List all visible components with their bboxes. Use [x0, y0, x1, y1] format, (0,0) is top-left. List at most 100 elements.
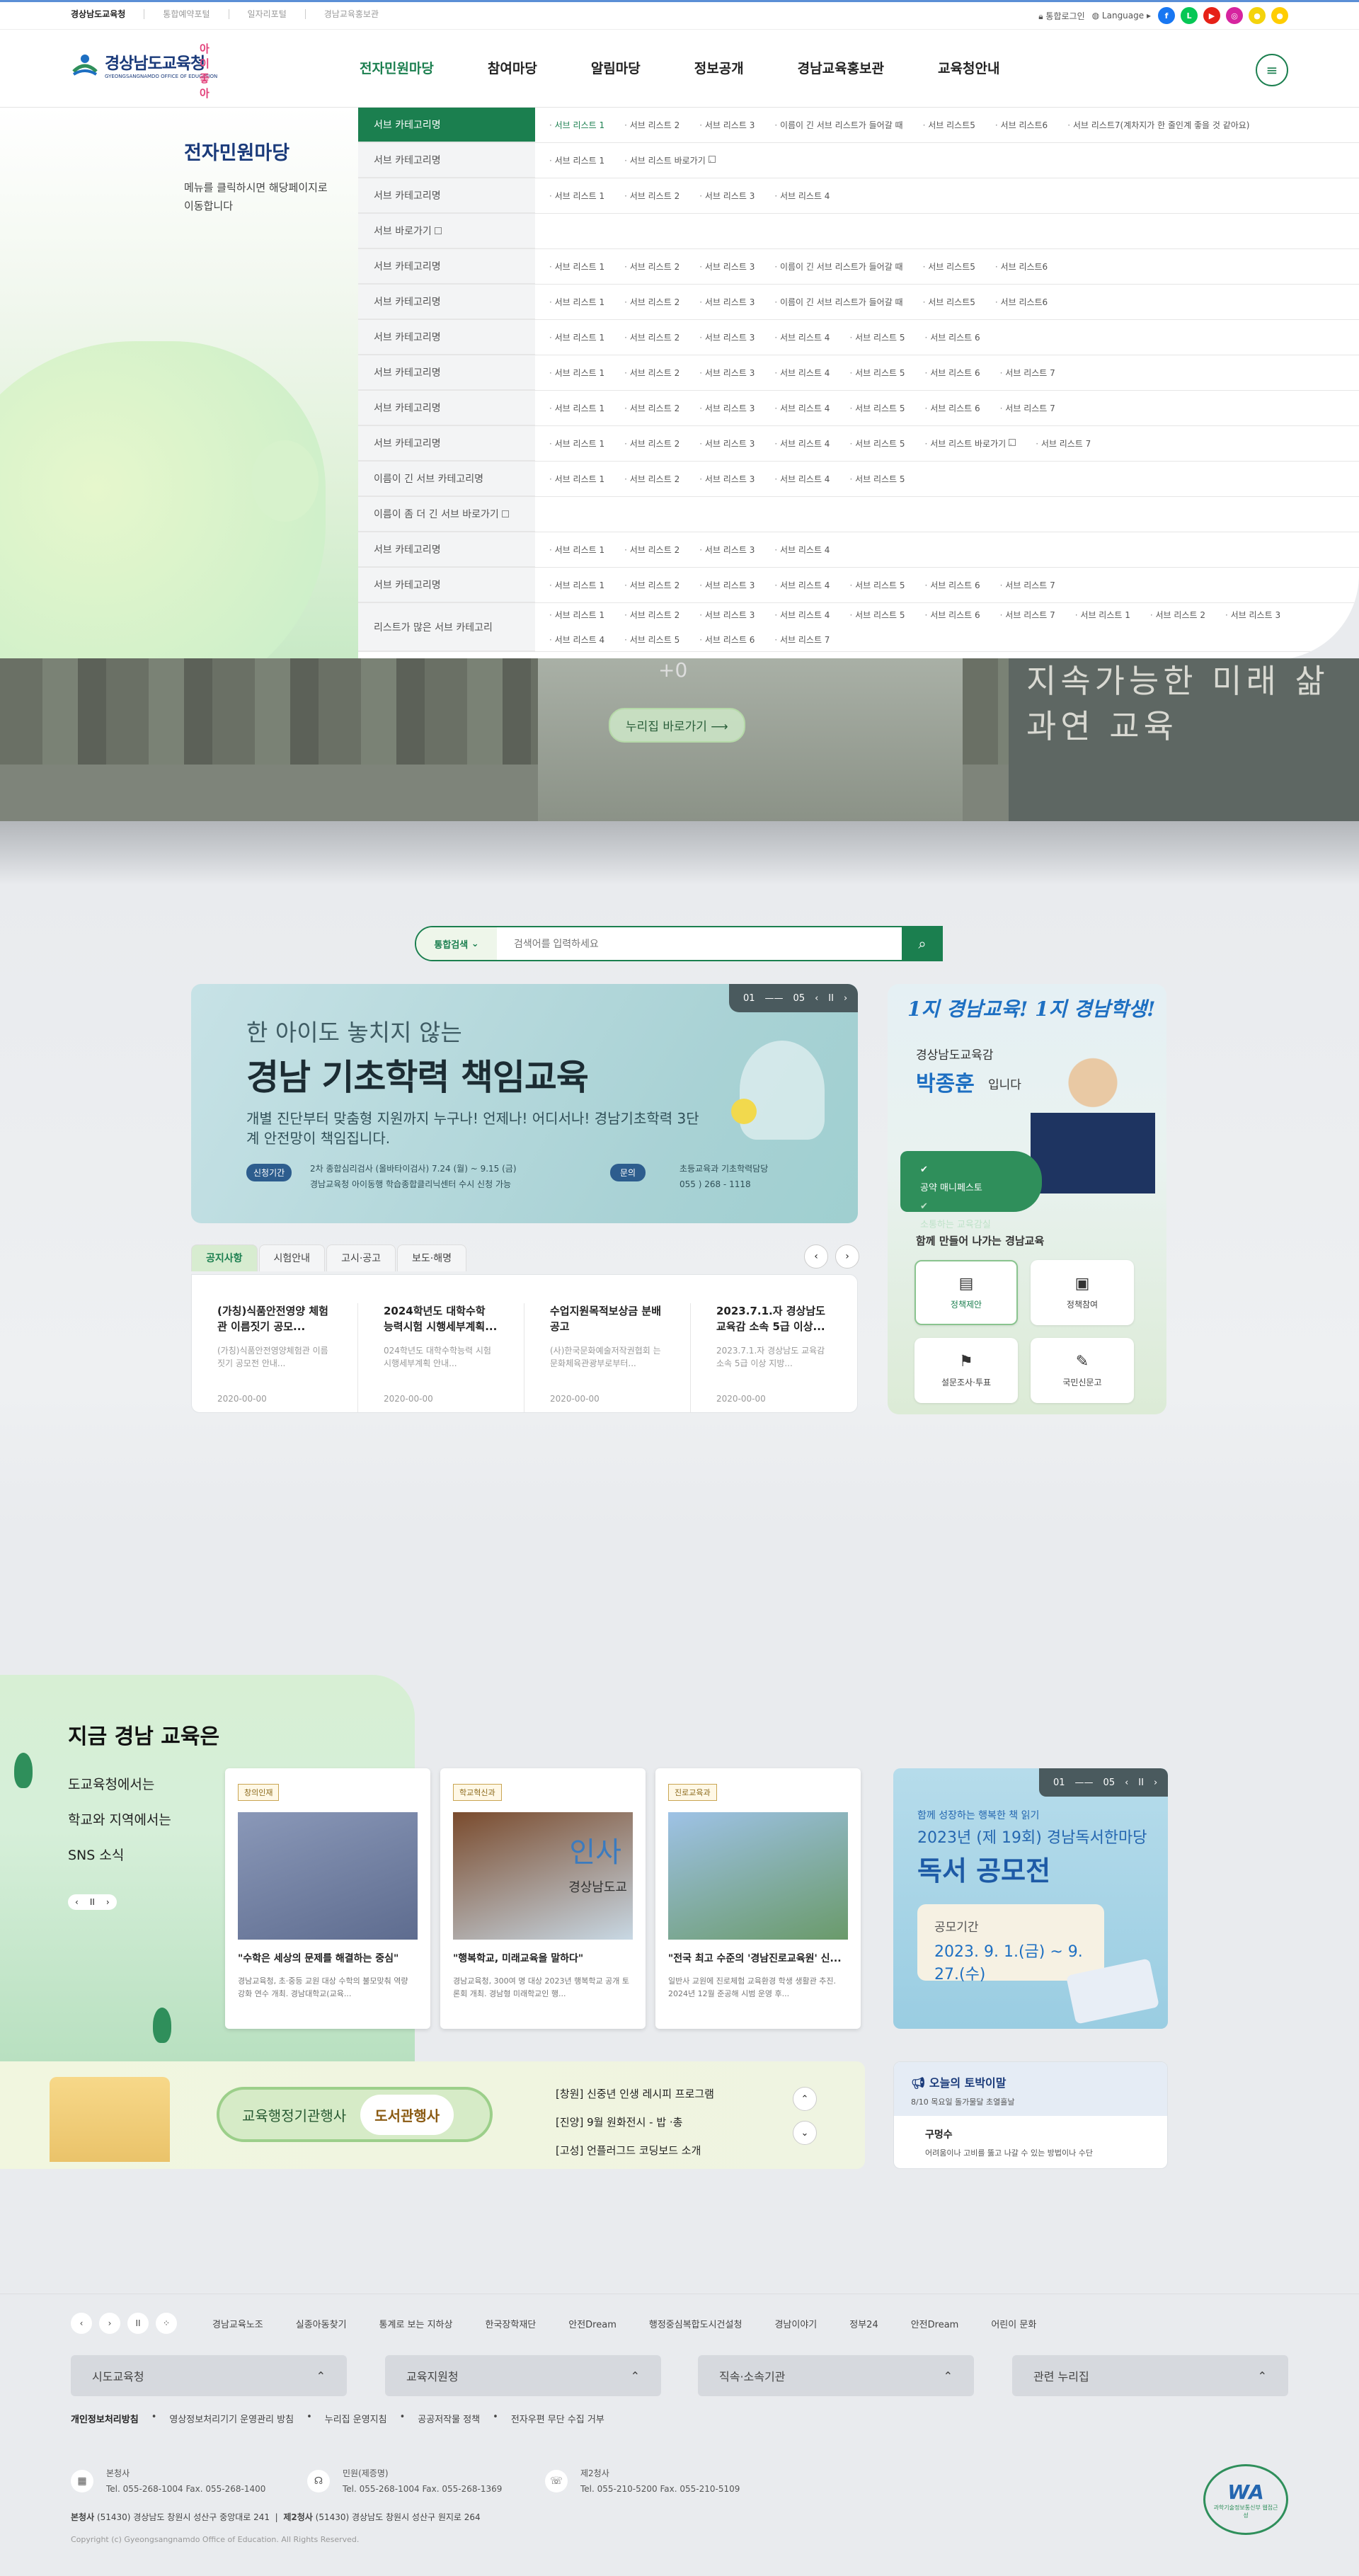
mega-category[interactable]: 이름이 좀 더 긴 서브 바로가기 [358, 497, 535, 532]
mega-sub-item[interactable]: 서브 리스트 6 [925, 331, 980, 343]
mega-sub-item[interactable]: 서브 리스트6 [995, 296, 1048, 308]
select-provincial-office[interactable]: 시도교육청 ⌃ [71, 2355, 347, 2396]
notice-item[interactable]: 2024학년도 대학수학 능력시험 시행세부계획... 024학년도 대학수학능력… [358, 1303, 524, 1412]
tab-exam[interactable]: 시험안내 [258, 1244, 326, 1271]
mega-sub-item[interactable]: 서브 리스트 4 [774, 579, 830, 591]
mega-sub-item[interactable]: 서브 리스트 4 [774, 331, 830, 343]
edu-tab-sns[interactable]: SNS 소식 [68, 1845, 124, 1864]
mega-sub-item[interactable]: 서브 리스트 4 [549, 634, 604, 646]
news-card[interactable]: 학교혁신과 인사 경상남도교 "행복학교, 미래교육을 말하다" 경남교육청, 300여… [440, 1768, 646, 2029]
library-event-item[interactable]: [창원] 신중년 인생 레시피 프로그램 [556, 2080, 714, 2108]
mega-sub-item[interactable]: 서브 리스트 3 [699, 296, 755, 308]
site-logo[interactable]: 경상남도교육청 GYEONGSANGNAMDO OFFICE OF EDUCAT… [71, 42, 217, 100]
menu-item-notice[interactable]: 알림마당 [591, 58, 641, 77]
epeople-button[interactable]: ✎ 국민신문고 [1031, 1338, 1134, 1403]
search-button[interactable]: ⌕ [902, 926, 943, 961]
mega-sub-item[interactable]: 서브 리스트 3 [699, 331, 755, 343]
policy-participation-button[interactable]: ▣ 정책참여 [1031, 1260, 1134, 1325]
related-link[interactable]: 행정중심복합도시건설청 [649, 2317, 742, 2330]
mega-sub-item[interactable]: 서브 리스트 1 [549, 331, 604, 343]
mega-sub-item[interactable]: 서브 리스트 2 [624, 579, 680, 591]
news-card[interactable]: 창의인재 "수학은 세상의 문제를 해결하는 중심" 경남교육청, 초·중등 교원 … [225, 1768, 430, 2029]
mega-category[interactable]: 서브 카테고리명 [358, 143, 535, 178]
pause-icon[interactable]: II [90, 1897, 95, 1907]
next-icon[interactable]: › [844, 993, 847, 1004]
mega-sub-item[interactable]: 서브 리스트 바로가기 [624, 154, 716, 166]
mega-category[interactable]: 서브 카테고리명 [358, 249, 535, 284]
pause-icon[interactable]: II [828, 993, 834, 1004]
reading-contest-banner[interactable]: 01 —— 05 ‹ II › 함께 성장하는 행복한 책 읽기 2023년 (… [893, 1768, 1168, 2029]
mega-sub-item[interactable]: 서브 리스트 1 [549, 119, 604, 131]
mega-sub-item[interactable]: 서브 리스트 2 [624, 609, 680, 621]
prev-icon[interactable]: ‹ [815, 993, 818, 1004]
policy-proposal-button[interactable]: ▤ 정책제안 [914, 1260, 1018, 1325]
mega-sub-item[interactable]: 서브 리스트 1 [549, 367, 604, 379]
mega-sub-item[interactable]: 서브 리스트 3 [699, 609, 755, 621]
line-icon[interactable]: L [1181, 7, 1198, 24]
library-event-item[interactable]: [진양] 9월 원화전시 - 밥 ·총 [556, 2108, 714, 2136]
mega-sub-item[interactable]: 서브 리스트 1 [549, 544, 604, 556]
facebook-icon[interactable]: f [1158, 7, 1175, 24]
select-district-office[interactable]: 교육지원청 ⌃ [385, 2355, 661, 2396]
main-banner[interactable]: 01 —— 05 ‹ II › 한 아이도 놓치지 않는 경남 기초학력 책임교… [191, 984, 858, 1223]
site-link-pr[interactable]: 경남교육홍보관 [324, 9, 397, 19]
mega-sub-item[interactable]: 서브 리스트 1 [1075, 609, 1130, 621]
mega-sub-item[interactable]: 서브 리스트 3 [699, 544, 755, 556]
site-link-main[interactable]: 경상남도교육청 [71, 9, 145, 19]
mega-category[interactable]: 서브 바로가기 [358, 214, 535, 248]
next-icon[interactable]: › [106, 1897, 110, 1907]
related-link[interactable]: 안전Dream [911, 2317, 959, 2330]
mega-sub-item[interactable]: 서브 리스트 1 [549, 154, 604, 166]
mega-sub-item[interactable]: 서브 리스트 6 [925, 579, 980, 591]
site-link-jobs[interactable]: 일자리포털 [248, 9, 306, 19]
mega-sub-item[interactable]: 서브 리스트 7 [1000, 609, 1055, 621]
prev-icon[interactable]: ‹ [75, 1897, 79, 1907]
mega-sub-item[interactable]: 서브 리스트 6 [925, 609, 980, 621]
menu-item-disclosure[interactable]: 정보공개 [694, 58, 744, 77]
next-icon[interactable]: › [1154, 1778, 1157, 1788]
library-category-active[interactable]: 도서관행사 [360, 2094, 454, 2135]
mega-sub-item[interactable]: 이름이 긴 서브 리스트가 들어갈 때 [774, 261, 903, 273]
mega-sub-item[interactable]: 서브 리스트 2 [624, 473, 680, 485]
notice-item[interactable]: 2023.7.1.자 경상남도 교육감 소속 5급 이상... 2023.7.1.… [691, 1303, 857, 1412]
mega-sub-item[interactable]: 서브 리스트 1 [549, 402, 604, 414]
pause-icon[interactable]: II [127, 2313, 149, 2334]
mega-sub-item[interactable]: 서브 리스트 5 [849, 331, 905, 343]
edu-tab-office[interactable]: 도교육청에서는 [68, 1774, 154, 1793]
mega-sub-item[interactable]: 서브 리스트 3 [699, 367, 755, 379]
kakaostory-icon[interactable]: ● [1271, 7, 1288, 24]
mega-sub-item[interactable]: 서브 리스트6 [995, 119, 1048, 131]
mega-category[interactable]: 서브 카테고리명 [358, 178, 535, 213]
related-link[interactable]: 경남이야기 [774, 2317, 817, 2330]
prev-arrow-button[interactable]: ‹ [804, 1244, 828, 1269]
mega-sub-item[interactable]: 서브 리스트 5 [849, 367, 905, 379]
copyright-policy-link[interactable]: 공공저작물 정책 [418, 2412, 480, 2425]
menu-item-civil[interactable]: 전자민원마당 [360, 58, 434, 77]
mega-category[interactable]: 서브 카테고리명 [358, 568, 535, 602]
all-menu-button[interactable]: ≡ [1256, 54, 1288, 86]
related-link[interactable]: 통계로 보는 지하상 [379, 2317, 453, 2330]
related-link[interactable]: 경남교육노조 [212, 2317, 263, 2330]
cctv-policy-link[interactable]: 영상정보처리기기 운영관리 방침 [169, 2412, 294, 2425]
related-link[interactable]: 안전Dream [568, 2317, 617, 2330]
tab-press[interactable]: 보도·해명 [397, 1244, 467, 1271]
login-link[interactable]: 🔒︎ 통합로그인 [1038, 10, 1084, 22]
menu-item-participation[interactable]: 참여마당 [488, 58, 537, 77]
library-event-item[interactable]: [고성] 언플러그드 코딩보드 소개 [556, 2136, 714, 2165]
mega-category[interactable]: 서브 카테고리명 [358, 532, 535, 567]
grid-icon[interactable]: ⁘ [156, 2313, 177, 2334]
mega-sub-item[interactable]: 이름이 긴 서브 리스트가 들어갈 때 [774, 296, 903, 308]
mega-sub-item[interactable]: 서브 리스트 7 [1036, 437, 1091, 450]
mega-sub-item[interactable]: 서브 리스트5 [923, 261, 975, 273]
mega-sub-item[interactable]: 서브 리스트 2 [624, 331, 680, 343]
mega-sub-item[interactable]: 서브 리스트 3 [1225, 609, 1280, 621]
mega-sub-item[interactable]: 서브 리스트 1 [549, 579, 604, 591]
mega-sub-item[interactable]: 서브 리스트 3 [699, 473, 755, 485]
mega-sub-item[interactable]: 서브 리스트 5 [849, 579, 905, 591]
mega-sub-item[interactable]: 서브 리스트 4 [774, 402, 830, 414]
hero-site-button[interactable]: 누리집 바로가기 ⟶ [609, 708, 745, 743]
mega-sub-item[interactable]: 서브 리스트 3 [699, 190, 755, 202]
prev-icon[interactable]: ‹ [1125, 1778, 1128, 1788]
mega-sub-item[interactable]: 서브 리스트 5 [849, 437, 905, 450]
mega-sub-item[interactable]: 서브 리스트6 [995, 261, 1048, 273]
